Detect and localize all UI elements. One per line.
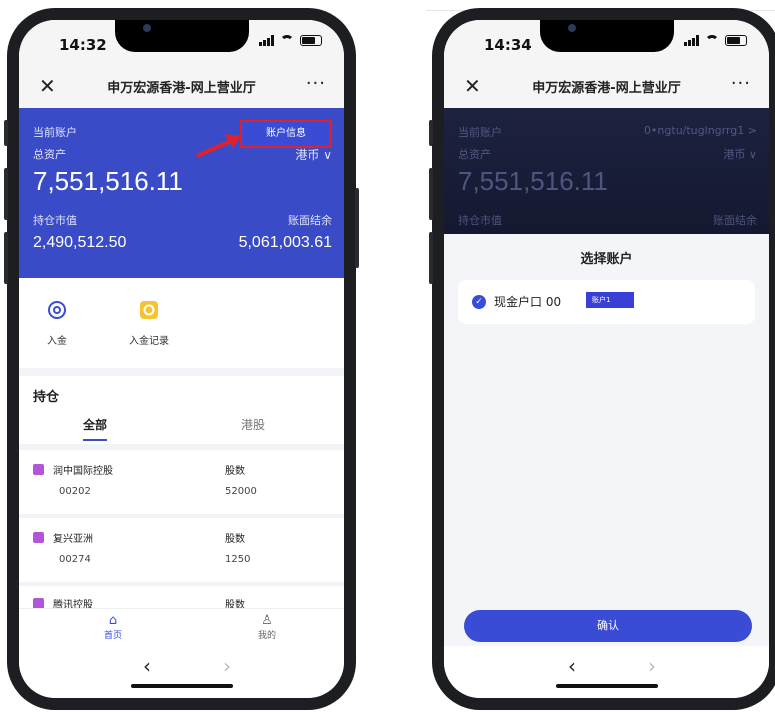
account-option-label: 现金户口 00 [494, 295, 562, 309]
notch [540, 20, 674, 52]
market-value-label: 持仓市值 [458, 214, 502, 227]
forward-button[interactable]: › [223, 654, 231, 678]
holdings-title: 持仓 [33, 390, 60, 405]
holding-row[interactable]: 润中国际控股 00202 股数 52000 [19, 450, 344, 514]
tab-mine[interactable]: ♙ 我的 [237, 613, 297, 641]
camera-icon [568, 24, 576, 32]
qty-value: 52000 [225, 486, 257, 497]
current-account-label: 当前账户 [458, 126, 502, 139]
total-assets-label: 总资产 [458, 148, 491, 161]
stock-code: 00202 [59, 486, 91, 497]
power-button [355, 188, 359, 268]
page-title: 申万宏源香港-网上营业厅 [532, 81, 681, 96]
dimmed-account-card: 当前账户 0•ngtu/tuglngrrg1 > 总资产 港币 ∨ 7,551,… [444, 108, 769, 234]
account-option[interactable]: ✓ 现金户口 00 账户1 [458, 280, 755, 324]
deposit-records-button[interactable]: 入金记录 [119, 300, 179, 347]
signal-icon [259, 35, 274, 46]
tab-home[interactable]: ⌂ 首页 [83, 613, 143, 641]
balance-label: 账面结余 [713, 214, 757, 227]
more-icon[interactable]: ··· [731, 73, 751, 94]
status-icons [684, 35, 747, 46]
market-badge-icon [33, 464, 44, 475]
screen-left: 14:32 ✕ 申万宏源香港-网上营业厅 ··· 当前账户 账户信息 总资产 港… [19, 20, 344, 698]
holding-row[interactable]: 复兴亚洲 00274 股数 1250 [19, 518, 344, 582]
battery-icon [725, 35, 747, 46]
market-value-label: 持仓市值 [33, 214, 77, 227]
deposit-icon [48, 301, 66, 319]
stock-name: 复兴亚洲 [53, 534, 93, 545]
currency-select: 港币 ∨ [723, 148, 757, 161]
deposit-records-label: 入金记录 [129, 336, 169, 347]
forward-button[interactable]: › [648, 654, 656, 678]
account-tag: 账户1 [586, 292, 634, 308]
qty-label: 股数 [225, 466, 245, 477]
more-icon[interactable]: ··· [306, 73, 326, 94]
nav-bar: ✕ 申万宏源香港-网上营业厅 ··· [19, 66, 344, 108]
red-arrow-icon [196, 134, 241, 158]
camera-icon [143, 24, 151, 32]
account-card: 当前账户 账户信息 总资产 港币 ∨ 7,551,516.11 持仓市值 账面结… [19, 108, 344, 278]
notch [115, 20, 249, 52]
account-number: 0•ngtu/tuglngrrg1 > [643, 124, 757, 137]
qty-value: 1250 [225, 554, 251, 565]
qty-label: 股数 [225, 534, 245, 545]
page-title: 申万宏源香港-网上营业厅 [107, 81, 256, 96]
user-icon: ♙ [261, 613, 273, 628]
phone-right: 14:34 ✕ 申万宏源香港-网上营业厅 ··· 当前账户 0•ngtu/tug… [429, 8, 775, 710]
total-assets-value: 7,551,516.11 [458, 166, 608, 196]
screen-right: 14:34 ✕ 申万宏源香港-网上营业厅 ··· 当前账户 0•ngtu/tug… [444, 20, 769, 698]
home-icon: ⌂ [108, 613, 118, 628]
account-info-button[interactable]: 账户信息 [240, 120, 332, 148]
check-icon: ✓ [472, 295, 486, 309]
browser-toolbar: ‹ › [444, 646, 769, 698]
quick-actions: 入金 入金记录 [19, 278, 344, 368]
browser-toolbar: ‹ › [19, 646, 344, 698]
currency-select[interactable]: 港币 ∨ [295, 146, 332, 163]
back-button[interactable]: ‹ [568, 654, 576, 678]
stock-name: 润中国际控股 [53, 466, 113, 477]
sheet-title: 选择账户 [580, 252, 633, 267]
bottom-tab-bar: ⌂ 首页 ♙ 我的 [19, 608, 344, 646]
comparison-screenshot: 14:32 ✕ 申万宏源香港-网上营业厅 ··· 当前账户 账户信息 总资产 港… [0, 0, 775, 713]
volume-up-button [429, 168, 433, 220]
confirm-button[interactable]: 确认 [464, 610, 752, 642]
tab-hk-stocks[interactable]: 港股 [241, 416, 265, 433]
nav-bar: ✕ 申万宏源香港-网上营业厅 ··· [444, 66, 769, 108]
volume-up-button [4, 168, 8, 220]
status-bar: 14:32 [19, 20, 344, 66]
market-badge-icon [33, 532, 44, 543]
market-value: 2,490,512.50 [33, 234, 127, 251]
current-account-label: 当前账户 [33, 126, 77, 139]
records-icon [140, 301, 158, 319]
status-icons [259, 35, 322, 46]
status-time: 14:34 [484, 36, 532, 54]
stock-code: 00274 [59, 554, 91, 565]
balance-value: 5,061,003.61 [238, 234, 332, 251]
home-indicator [556, 684, 658, 688]
deposit-label: 入金 [47, 336, 67, 347]
signal-icon [684, 35, 699, 46]
wifi-icon [705, 35, 719, 46]
tab-all[interactable]: 全部 [83, 416, 108, 441]
total-assets-value: 7,551,516.11 [33, 166, 183, 196]
battery-icon [300, 35, 322, 46]
wifi-icon [280, 35, 294, 46]
holdings-header: 持仓 全部 港股 [19, 376, 344, 444]
tab-mine-label: 我的 [257, 631, 276, 641]
mute-switch [429, 120, 433, 146]
tab-home-label: 首页 [103, 631, 122, 641]
phone-left: 14:32 ✕ 申万宏源香港-网上营业厅 ··· 当前账户 账户信息 总资产 港… [4, 8, 359, 710]
balance-label: 账面结余 [288, 214, 332, 227]
total-assets-label: 总资产 [33, 148, 66, 161]
back-button[interactable]: ‹ [143, 654, 151, 678]
holding-row[interactable]: 腾讯控股 股数 [19, 586, 344, 611]
deposit-button[interactable]: 入金 [27, 300, 87, 347]
volume-down-button [429, 232, 433, 284]
status-bar: 14:34 [444, 20, 769, 66]
volume-down-button [4, 232, 8, 284]
mute-switch [4, 120, 8, 146]
home-indicator [131, 684, 233, 688]
status-time: 14:32 [59, 36, 107, 54]
